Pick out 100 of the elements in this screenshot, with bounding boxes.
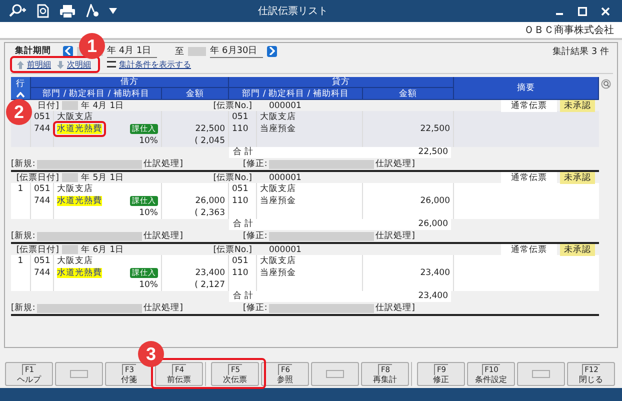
table-cell: 110: [232, 123, 248, 135]
total-amount: 22,500: [418, 147, 448, 158]
voucher-no-label: [伝票No.]: [213, 244, 252, 256]
account-name: 水道光熱費: [57, 196, 102, 206]
next-period-button[interactable]: [267, 46, 278, 56]
table-cell: 744: [34, 123, 50, 135]
approval-status: 未承認: [560, 172, 595, 184]
voucher-date: 年 5月 1日: [81, 172, 124, 184]
amount-cell-text: 22,500: [419, 123, 450, 135]
table-cell: 当座預金: [260, 123, 296, 135]
voucher-type: 通常伝票: [501, 244, 557, 256]
list-icon: [107, 61, 116, 68]
approval-status: 未承認: [560, 100, 595, 112]
modified-source: 仕訳処理]: [376, 230, 415, 242]
tax-rate: 10%: [139, 207, 158, 219]
previous-detail-link[interactable]: 前明細: [27, 59, 51, 70]
search-icon[interactable]: [601, 79, 611, 89]
down-arrow-icon: [57, 60, 64, 68]
dropdown-arrow-icon[interactable]: [109, 8, 117, 14]
tax-amount: ( 2,127: [194, 279, 225, 291]
table-cell: 大阪支店: [260, 111, 296, 123]
date-label: 日付]: [38, 100, 59, 112]
table-cell: 大阪支店: [260, 183, 296, 195]
previous-period-button[interactable]: [63, 46, 73, 56]
voucher-type: 通常伝票: [501, 172, 557, 184]
line-number: 1: [18, 183, 24, 195]
created-label: [新規:: [11, 230, 36, 242]
table-cell: 当座預金: [260, 267, 296, 279]
up-arrow-icon: [17, 60, 24, 68]
total-label: 合 計: [233, 219, 254, 230]
modified-source: 仕訳処理]: [376, 302, 415, 314]
show-conditions-link[interactable]: 集計条件を表示する: [119, 59, 191, 70]
zoom-in-icon[interactable]: [8, 4, 26, 18]
voucher-no-label: [伝票No.]: [213, 100, 252, 112]
created-label: [新規:: [11, 158, 36, 170]
account-name: 水道光熱費: [57, 124, 102, 134]
table-cell: 大阪支店: [260, 255, 296, 267]
table-cell: 大阪支店: [57, 111, 93, 123]
tax-amount: ( 2,363: [194, 207, 225, 219]
table-cell: 051: [34, 255, 50, 267]
tax-rate: 10%: [139, 135, 158, 147]
company-name: ＯＢＣ商事株式会社: [524, 24, 614, 37]
modified-label: [修正:: [243, 230, 268, 242]
date-label: [伝票日付]: [16, 244, 59, 256]
table-cell: 051: [232, 255, 248, 267]
redacted-block: [62, 245, 78, 254]
row-header[interactable]: 行: [11, 77, 31, 100]
period-end-date[interactable]: 年 6月30日: [210, 44, 264, 58]
maximize-icon[interactable]: [578, 6, 587, 16]
voucher-no: 000001: [268, 244, 302, 254]
total-amount: 26,000: [418, 219, 448, 230]
account-name: 水道光熱費: [57, 268, 102, 278]
amount-cell-text: 26,000: [194, 195, 225, 207]
modified-label: [修正:: [243, 158, 268, 170]
total-amount: 23,400: [418, 291, 448, 302]
amount-cell-text: 26,000: [419, 195, 450, 207]
created-label: [新規:: [11, 302, 36, 314]
period-label: 集計期間: [15, 45, 52, 57]
redacted-block: [62, 173, 78, 182]
next-detail-link[interactable]: 次明細: [67, 59, 91, 70]
voucher-type: 通常伝票: [501, 100, 557, 112]
table-cell: 744: [34, 267, 50, 279]
date-label: [伝票日付]: [16, 172, 59, 184]
result-count: 集計結果 3 件: [552, 46, 609, 58]
print-icon[interactable]: [60, 4, 75, 18]
created-source: 仕訳処理]: [144, 230, 183, 242]
close-icon[interactable]: [601, 6, 610, 16]
tax-rate: 10%: [139, 279, 158, 291]
zoom-page-icon[interactable]: [36, 4, 50, 18]
chevron-up-icon[interactable]: [16, 92, 25, 98]
column-header: 貸方: [229, 77, 454, 88]
window-title: 仕訳伝票リスト: [258, 4, 329, 18]
voucher-date: 年 4月 1日: [81, 100, 124, 112]
voucher-date: 年 6月 1日: [81, 244, 124, 256]
table-cell: 当座預金: [260, 195, 296, 207]
period-to-label: 至: [175, 46, 184, 58]
approval-status: 未承認: [560, 244, 595, 256]
created-source: 仕訳処理]: [144, 158, 183, 170]
highlight-frame: [53, 121, 106, 137]
tax-amount: ( 2,045: [194, 135, 225, 147]
redacted-block: [62, 101, 78, 110]
table-cell: 051: [232, 111, 248, 123]
total-label: 合 計: [233, 291, 254, 302]
table-cell: 大阪支店: [57, 183, 93, 195]
column-header: 借方: [31, 77, 229, 88]
amount-cell-text: 22,500: [194, 123, 225, 135]
created-source: 仕訳処理]: [144, 302, 183, 314]
line-number: 1: [18, 255, 24, 267]
table-cell: 110: [232, 267, 248, 279]
pdf-tool-icon[interactable]: [85, 4, 99, 18]
modified-source: 仕訳処理]: [376, 158, 415, 170]
modified-label: [修正:: [243, 302, 268, 314]
voucher-no: 000001: [268, 100, 302, 110]
table-cell: 744: [34, 195, 50, 207]
voucher-no-label: [伝票No.]: [213, 172, 252, 184]
period-start-date[interactable]: 年 4月 1日: [107, 44, 158, 58]
table-cell: 051: [232, 183, 248, 195]
table-cell: 051: [34, 111, 50, 123]
amount-cell-text: 23,400: [194, 267, 225, 279]
table-cell: 051: [34, 183, 50, 195]
